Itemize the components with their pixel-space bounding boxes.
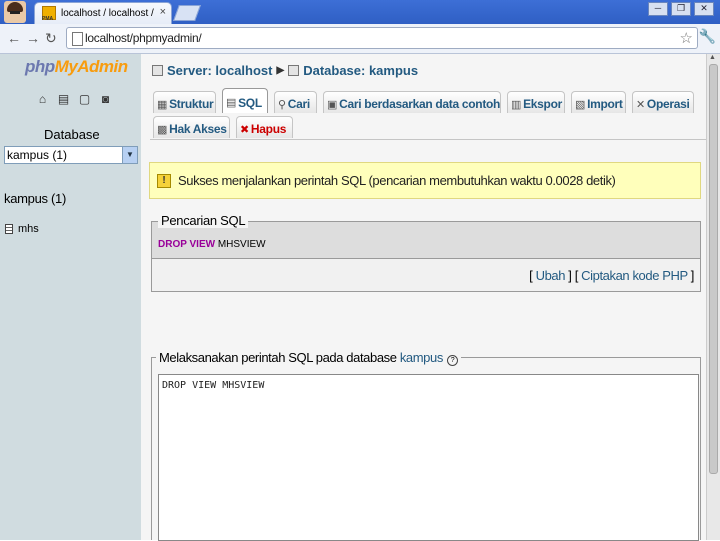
- breadcrumb: Server: localhost ▶ Database: kampus: [152, 63, 418, 78]
- help-icon[interactable]: ?: [446, 355, 458, 366]
- reload-icon[interactable]: ↻: [45, 30, 57, 47]
- sql-query-rest: MHSVIEW: [215, 239, 266, 250]
- run-sql-box: Melaksanakan perintah SQL pada database …: [151, 350, 701, 541]
- tab-cari[interactable]: ⚲ Cari: [274, 91, 317, 113]
- sql-icon: ▤: [226, 97, 237, 109]
- database-icon: [288, 65, 300, 76]
- notice-icon: !: [157, 174, 171, 188]
- back-icon[interactable]: ←: [7, 30, 21, 46]
- edit-query-link[interactable]: Ubah: [536, 268, 566, 283]
- operations-icon: ✕: [636, 98, 645, 111]
- browser-tab-title: localhost / localhost / kampus: [61, 8, 157, 19]
- structure-icon: ▦: [157, 98, 168, 111]
- privileges-icon: ▩: [157, 123, 168, 136]
- breadcrumb-server[interactable]: Server: localhost: [167, 63, 273, 78]
- tab-hak-akses[interactable]: ▩ Hak Akses: [153, 116, 230, 138]
- tab-ekspor[interactable]: ▥ Ekspor: [507, 91, 565, 113]
- create-php-code-link[interactable]: Ciptakan kode PHP: [581, 268, 688, 283]
- export-icon: ▥: [511, 98, 522, 111]
- restore-icon[interactable]: ❐: [671, 2, 691, 16]
- chevron-down-icon[interactable]: ▼: [122, 147, 137, 163]
- current-database-link[interactable]: kampus (1): [4, 191, 66, 206]
- tab-cari-data-contoh[interactable]: ▣ Cari berdasarkan data contoh: [323, 91, 501, 113]
- home-icon[interactable]: ⌂: [36, 93, 49, 106]
- docs-icon[interactable]: ▢: [78, 93, 91, 106]
- url-text: localhost/phpmyadmin/: [85, 31, 202, 45]
- tab-operasi[interactable]: ✕ Operasi: [632, 91, 694, 113]
- search-icon: ⚲: [278, 98, 286, 111]
- forward-icon[interactable]: →: [26, 30, 40, 46]
- nav-icon-bar: ⌂ ▤ ▢ ◙: [36, 93, 112, 106]
- breadcrumb-database[interactable]: Database: kampus: [303, 63, 418, 78]
- close-window-icon[interactable]: ✕: [694, 2, 714, 16]
- wrench-menu-icon[interactable]: 🔧: [699, 28, 716, 45]
- window-controls: ─ ❐ ✕: [648, 2, 714, 16]
- table-icon[interactable]: [5, 224, 13, 234]
- profile-avatar[interactable]: [4, 1, 26, 23]
- tab-sql[interactable]: ▤ SQL: [222, 88, 268, 113]
- tab-struktur[interactable]: ▦ Struktur: [153, 91, 216, 113]
- sql-action-links: [ Ubah ] [ Ciptakan kode PHP ]: [529, 268, 694, 283]
- page-icon: [72, 32, 83, 46]
- sql-query-legend: Pencarian SQL: [158, 213, 249, 228]
- import-icon: ▧: [575, 98, 586, 111]
- address-bar[interactable]: localhost/phpmyadmin/ ☆: [66, 27, 698, 49]
- phpmyadmin-logo[interactable]: phpMyAdmin: [25, 57, 128, 77]
- browser-toolbar: ← → ↻ localhost/phpmyadmin/ ☆ 🔧: [0, 24, 720, 54]
- database-select[interactable]: kampus (1) ▼: [4, 146, 138, 164]
- table-name[interactable]: mhs: [18, 223, 39, 235]
- tab-hapus[interactable]: ✖ Hapus: [236, 116, 293, 138]
- query-icon: ▣: [327, 98, 338, 111]
- success-notice: ! Sukses menjalankan perintah SQL (penca…: [149, 162, 701, 199]
- database-select-value: kampus (1): [7, 148, 68, 162]
- tab-close-icon[interactable]: ×: [160, 6, 166, 18]
- favicon-text: PMA: [42, 16, 54, 22]
- run-sql-legend: Melaksanakan perintah SQL pada database …: [156, 350, 461, 366]
- sql-query-textarea[interactable]: DROP VIEW MHSVIEW: [158, 374, 699, 541]
- executed-sql-query: DROP VIEW MHSVIEW: [158, 239, 266, 250]
- tabs-divider: [150, 139, 706, 140]
- sql-keyword: DROP VIEW: [158, 239, 216, 250]
- minimize-icon[interactable]: ─: [648, 2, 668, 16]
- browser-tab[interactable]: PMA localhost / localhost / kampus ×: [34, 2, 172, 24]
- scrollbar-thumb[interactable]: [709, 64, 718, 474]
- tab-import[interactable]: ▧ Import: [571, 91, 626, 113]
- drop-icon: ✖: [240, 123, 249, 136]
- sql-query-box: Pencarian SQL DROP VIEW MHSVIEW: [151, 213, 701, 259]
- success-message: Sukses menjalankan perintah SQL (pencari…: [178, 173, 616, 188]
- table-list-item[interactable]: mhs: [5, 223, 39, 235]
- vertical-scrollbar[interactable]: ▲: [706, 54, 720, 540]
- sql-window-icon[interactable]: ▤: [57, 93, 70, 106]
- sql-query-actions: [ Ubah ] [ Ciptakan kode PHP ]: [151, 259, 701, 292]
- database-label: Database: [44, 127, 100, 142]
- help-icon[interactable]: ◙: [99, 93, 112, 106]
- bookmark-star-icon[interactable]: ☆: [680, 29, 693, 47]
- breadcrumb-separator-icon: ▶: [276, 65, 285, 76]
- server-icon: [152, 65, 163, 76]
- run-sql-db-link[interactable]: kampus: [400, 350, 444, 365]
